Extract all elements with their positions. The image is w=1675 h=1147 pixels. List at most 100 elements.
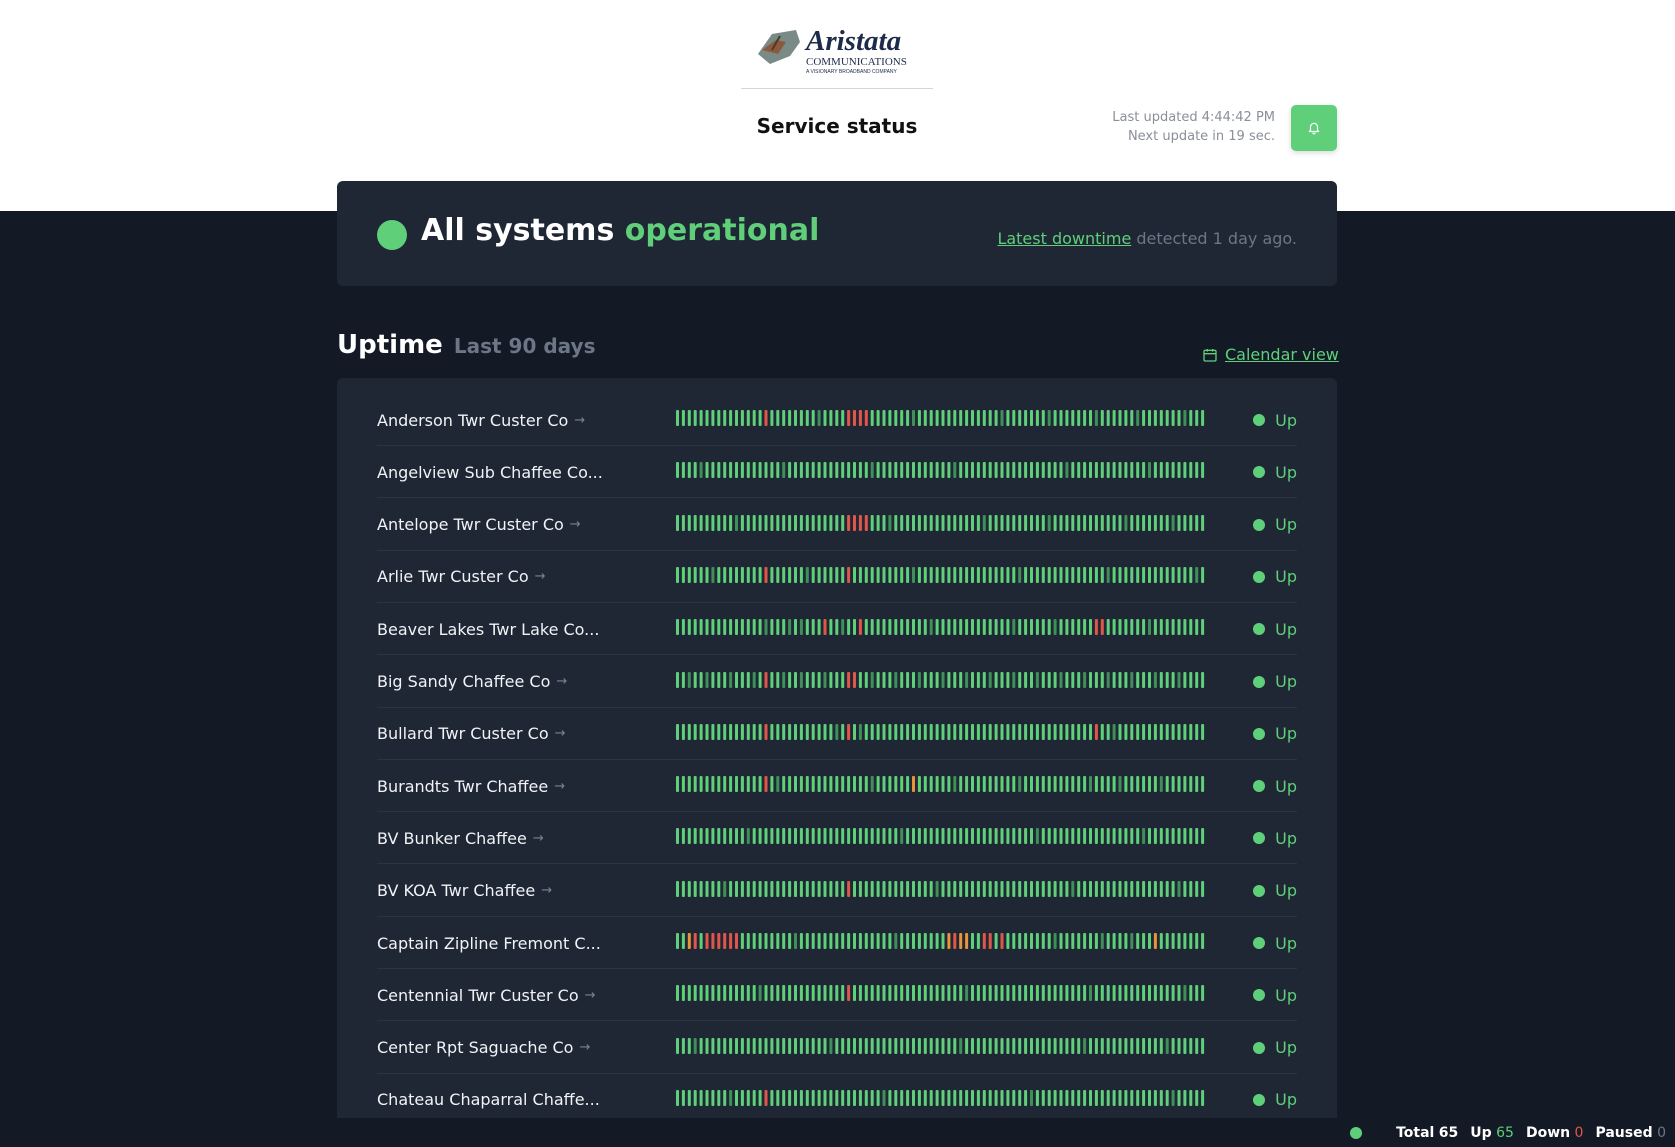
uptime-day-bar[interactable] (1000, 514, 1004, 531)
uptime-day-bar[interactable] (1177, 880, 1181, 897)
uptime-day-bar[interactable] (971, 723, 974, 740)
uptime-day-bar[interactable] (971, 410, 974, 426)
uptime-day-bar[interactable] (1047, 828, 1051, 845)
uptime-day-bar[interactable] (817, 880, 821, 897)
uptime-day-bar[interactable] (1201, 514, 1205, 531)
uptime-day-bar[interactable] (723, 723, 727, 740)
uptime-day-bar[interactable] (900, 723, 904, 740)
uptime-day-bar[interactable] (971, 985, 974, 1002)
uptime-day-bar[interactable] (1071, 410, 1075, 426)
uptime-day-bar[interactable] (829, 1089, 833, 1106)
uptime-day-bar[interactable] (1094, 671, 1098, 688)
uptime-day-bar[interactable] (994, 828, 998, 845)
uptime-day-bar[interactable] (941, 514, 945, 531)
uptime-day-bar[interactable] (847, 514, 851, 531)
uptime-day-bar[interactable] (953, 514, 957, 531)
uptime-day-bar[interactable] (1183, 619, 1187, 636)
uptime-day-bar[interactable] (929, 619, 933, 636)
uptime-day-bar[interactable] (971, 1089, 974, 1106)
uptime-day-bar[interactable] (835, 776, 839, 793)
uptime-day-bar[interactable] (729, 1089, 733, 1106)
uptime-day-bar[interactable] (1024, 619, 1028, 636)
uptime-day-bar[interactable] (1183, 514, 1187, 531)
uptime-day-bar[interactable] (1030, 410, 1033, 426)
uptime-day-bar[interactable] (799, 514, 803, 531)
uptime-day-bar[interactable] (1124, 933, 1128, 949)
uptime-day-bar[interactable] (906, 410, 910, 426)
uptime-day-bar[interactable] (923, 933, 927, 949)
uptime-day-bar[interactable] (876, 619, 880, 636)
uptime-day-bar[interactable] (941, 1089, 945, 1106)
uptime-day-bar[interactable] (1094, 619, 1098, 636)
uptime-day-bar[interactable] (1136, 410, 1140, 426)
uptime-day-bar[interactable] (994, 410, 998, 426)
uptime-day-bar[interactable] (929, 985, 933, 1002)
uptime-day-bar[interactable] (1094, 566, 1098, 583)
uptime-day-bar[interactable] (693, 776, 697, 793)
uptime-day-bar[interactable] (735, 723, 738, 740)
uptime-day-bar[interactable] (900, 828, 904, 845)
uptime-day-bar[interactable] (1006, 776, 1010, 793)
uptime-day-bar[interactable] (1012, 462, 1016, 479)
uptime-day-bar[interactable] (1059, 776, 1063, 793)
uptime-day-bar[interactable] (1047, 514, 1051, 531)
uptime-day-bar[interactable] (947, 1037, 951, 1054)
uptime-day-bar[interactable] (906, 619, 910, 636)
uptime-day-bar[interactable] (988, 462, 992, 479)
uptime-day-bar[interactable] (1071, 1037, 1075, 1054)
uptime-day-bar[interactable] (947, 566, 951, 583)
uptime-day-bar[interactable] (817, 1089, 821, 1106)
brand-logo[interactable]: Aristata COMMUNICATIONS A VISIONARY BROA… (756, 20, 916, 76)
uptime-day-bar[interactable] (965, 776, 969, 793)
uptime-day-bar[interactable] (711, 619, 715, 636)
uptime-day-bar[interactable] (1077, 462, 1081, 479)
uptime-day-bar[interactable] (717, 776, 721, 793)
uptime-day-bar[interactable] (988, 566, 992, 583)
uptime-day-bar[interactable] (976, 880, 980, 897)
uptime-day-bar[interactable] (776, 933, 780, 949)
uptime-day-bar[interactable] (994, 619, 998, 636)
uptime-day-bar[interactable] (811, 933, 815, 949)
uptime-day-bar[interactable] (782, 828, 786, 845)
uptime-day-bar[interactable] (929, 462, 933, 479)
uptime-day-bar[interactable] (971, 828, 974, 845)
uptime-day-bar[interactable] (1094, 1089, 1098, 1106)
uptime-day-bar[interactable] (829, 933, 833, 949)
uptime-day-bar[interactable] (912, 880, 915, 897)
latest-downtime-link[interactable]: Latest downtime (997, 229, 1131, 248)
uptime-day-bar[interactable] (870, 619, 874, 636)
uptime-day-bar[interactable] (1030, 462, 1033, 479)
uptime-day-bar[interactable] (693, 462, 697, 479)
uptime-day-bar[interactable] (994, 566, 998, 583)
monitor-row[interactable]: Centennial Twr Custer Co → Up (377, 969, 1297, 1022)
uptime-day-bar[interactable] (1159, 619, 1163, 636)
uptime-day-bar[interactable] (829, 566, 833, 583)
uptime-day-bar[interactable] (1153, 514, 1157, 531)
uptime-day-bar[interactable] (1094, 462, 1098, 479)
uptime-day-bar[interactable] (1136, 619, 1140, 636)
uptime-day-bar[interactable] (1142, 1089, 1146, 1106)
uptime-day-bar[interactable] (1012, 880, 1016, 897)
uptime-day-bar[interactable] (988, 828, 992, 845)
uptime-day-bar[interactable] (853, 933, 856, 949)
uptime-day-bar[interactable] (687, 933, 691, 949)
uptime-day-bar[interactable] (912, 985, 915, 1002)
uptime-day-bar[interactable] (1106, 671, 1110, 688)
uptime-day-bar[interactable] (864, 933, 868, 949)
uptime-day-bar[interactable] (1071, 880, 1075, 897)
uptime-day-bar[interactable] (1130, 776, 1134, 793)
uptime-day-bar[interactable] (687, 880, 691, 897)
uptime-day-bar[interactable] (1083, 880, 1087, 897)
uptime-day-bar[interactable] (1136, 514, 1140, 531)
uptime-day-bar[interactable] (1053, 723, 1057, 740)
uptime-day-bar[interactable] (858, 619, 862, 636)
uptime-day-bar[interactable] (1159, 828, 1163, 845)
uptime-day-bar[interactable] (699, 619, 703, 636)
uptime-day-bar[interactable] (687, 1037, 691, 1054)
uptime-day-bar[interactable] (1118, 880, 1122, 897)
monitor-name[interactable]: Big Sandy Chaffee Co → (377, 656, 667, 708)
uptime-day-bar[interactable] (1035, 828, 1039, 845)
uptime-day-bar[interactable] (811, 880, 815, 897)
uptime-day-bar[interactable] (740, 776, 744, 793)
uptime-day-bar[interactable] (1006, 1037, 1010, 1054)
